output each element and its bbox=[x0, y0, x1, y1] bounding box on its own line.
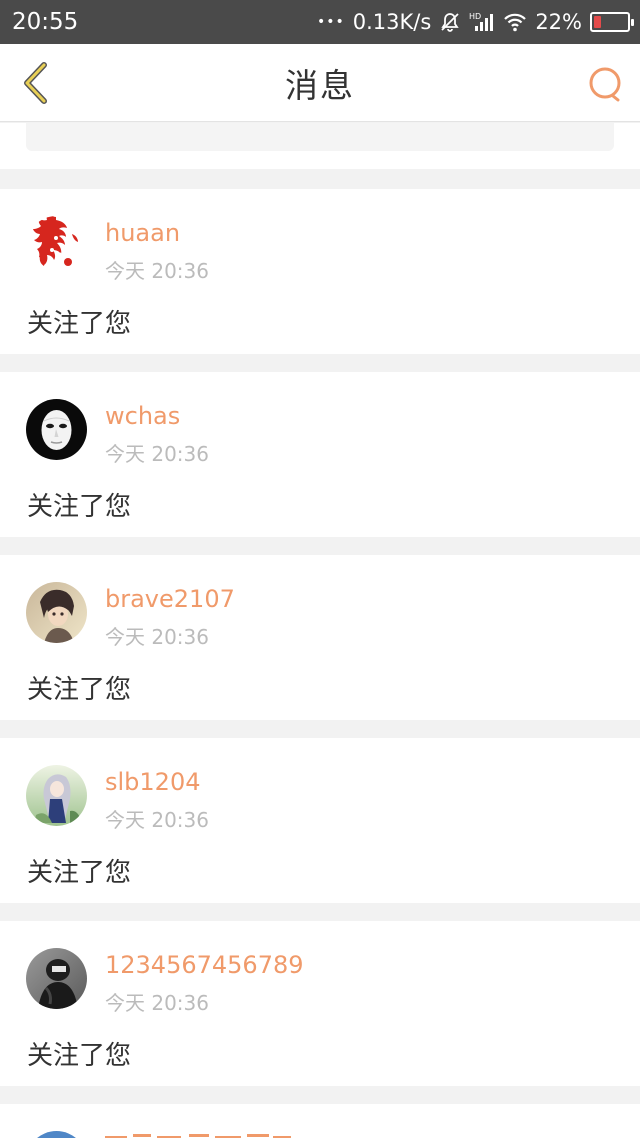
message-item-partial[interactable] bbox=[0, 1104, 640, 1138]
avatar[interactable] bbox=[26, 765, 87, 826]
message-text: 关注了您 bbox=[27, 309, 132, 339]
timestamp: 今天 20:36 bbox=[105, 625, 209, 649]
divider bbox=[0, 354, 640, 372]
username[interactable]: 1234567456789 bbox=[105, 951, 304, 979]
chevron-down-icon: ⌄ bbox=[573, 123, 588, 124]
red-dragon-papercut-icon bbox=[26, 216, 87, 277]
status-time: 20:55 bbox=[12, 9, 79, 35]
message-item[interactable]: brave2107 今天 20:36 关注了您 bbox=[0, 555, 640, 720]
svg-text:HD: HD bbox=[469, 12, 481, 21]
anime-girl-icon bbox=[26, 765, 87, 826]
avatar[interactable] bbox=[26, 948, 87, 1009]
avatar[interactable] bbox=[26, 1131, 87, 1138]
status-bar: 20:55 ••• 0.13K/s HD 22% bbox=[0, 0, 640, 44]
username[interactable]: brave2107 bbox=[105, 585, 235, 613]
divider bbox=[0, 537, 640, 555]
username[interactable]: wchas bbox=[105, 402, 180, 430]
username[interactable]: huaan bbox=[105, 219, 180, 247]
top-notice-box[interactable]: ⌄ bbox=[26, 123, 614, 151]
white-mask-icon bbox=[26, 399, 87, 460]
divider bbox=[0, 903, 640, 921]
hd-signal-icon: HD bbox=[469, 11, 495, 33]
top-partial-card: ⌄ bbox=[0, 123, 640, 169]
wifi-icon bbox=[503, 12, 527, 32]
network-speed: 0.13K/s bbox=[352, 10, 432, 34]
message-item[interactable]: wchas 今天 20:36 关注了您 bbox=[0, 372, 640, 537]
username[interactable]: slb1204 bbox=[105, 768, 200, 796]
divider bbox=[0, 169, 640, 189]
battery-icon bbox=[590, 12, 634, 32]
timestamp: 今天 20:36 bbox=[105, 442, 209, 466]
message-list[interactable]: ⌄ huaan 今天 20:36 关注了您 bbox=[0, 123, 640, 1138]
username-clip bbox=[105, 1134, 291, 1138]
battery-level bbox=[594, 16, 602, 28]
timestamp: 今天 20:36 bbox=[105, 991, 209, 1015]
chevron-left-icon bbox=[24, 62, 47, 104]
message-text: 关注了您 bbox=[27, 1041, 132, 1071]
search-button[interactable] bbox=[586, 64, 626, 104]
timestamp: 今天 20:36 bbox=[105, 808, 209, 832]
message-item[interactable]: slb1204 今天 20:36 关注了您 bbox=[0, 738, 640, 903]
mute-bell-icon bbox=[439, 11, 461, 33]
top-notice-text-clip bbox=[52, 123, 192, 131]
anime-boy-icon bbox=[26, 582, 87, 643]
page-title: 消息 bbox=[285, 65, 355, 105]
avatar[interactable] bbox=[26, 216, 87, 277]
message-text: 关注了您 bbox=[27, 492, 132, 522]
divider bbox=[0, 1086, 640, 1104]
back-button[interactable] bbox=[14, 60, 54, 106]
message-item[interactable]: huaan 今天 20:36 关注了您 bbox=[0, 189, 640, 354]
battery-percent: 22% bbox=[535, 10, 582, 34]
timestamp: 今天 20:36 bbox=[105, 259, 209, 283]
search-icon bbox=[589, 67, 621, 102]
status-dots: ••• bbox=[316, 14, 345, 30]
nav-bar: 消息 bbox=[0, 44, 640, 122]
avatar[interactable] bbox=[26, 399, 87, 460]
message-text: 关注了您 bbox=[27, 675, 132, 705]
message-text: 关注了您 bbox=[27, 858, 132, 888]
divider bbox=[0, 720, 640, 738]
avatar[interactable] bbox=[26, 582, 87, 643]
message-item[interactable]: 1234567456789 今天 20:36 关注了您 bbox=[0, 921, 640, 1086]
dark-figure-icon bbox=[26, 948, 87, 1009]
status-indicators: ••• 0.13K/s HD 22% bbox=[316, 10, 634, 34]
